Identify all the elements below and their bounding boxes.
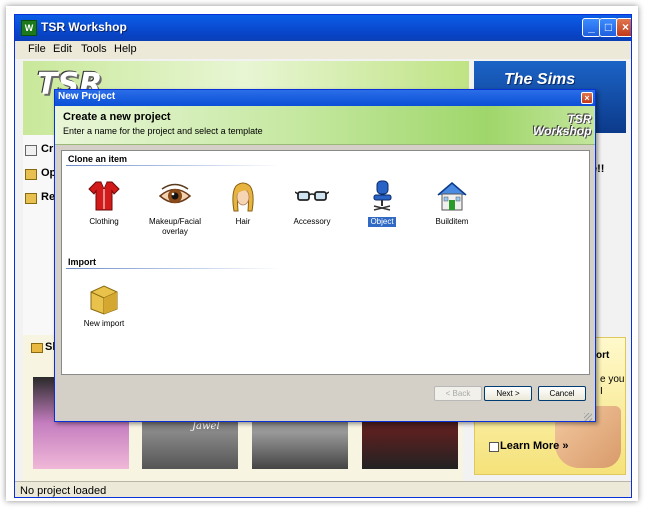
resize-grip[interactable] [584,413,592,421]
start-link-create[interactable]: Cr [41,143,53,155]
window-title: TSR Workshop [41,20,127,34]
showcase-icon [31,343,43,353]
template-builditem[interactable]: Builditem [420,179,484,227]
main-titlebar[interactable]: W TSR Workshop _ □ × [15,15,631,41]
template-label: Clothing [89,217,119,226]
template-label: Accessory [293,217,331,226]
box-icon [87,281,121,315]
app-icon: W [21,20,37,36]
template-label: Hair [235,217,251,226]
back-button[interactable]: < Back [434,386,482,401]
next-button[interactable]: Next > [484,386,532,401]
learn-panel-heading: ort [596,350,610,361]
template-label: Makeup/Facial overlay [148,217,202,236]
shirt-icon [87,179,121,213]
dialog-heading: Create a new project [63,111,171,123]
chair-icon [365,179,399,213]
template-new-import[interactable]: New import [72,281,136,329]
learn-panel-text: e you [600,374,625,385]
new-project-dialog: New Project × Create a new project Enter… [54,89,596,422]
sims-logo: The Sims [504,71,576,88]
close-button[interactable]: × [616,18,631,37]
template-accessory[interactable]: Accessory [280,179,344,227]
new-icon [25,145,37,156]
template-label-selected: Object [368,217,396,227]
group-header-clone: Clone an item [68,154,128,164]
template-label: Builditem [435,217,469,226]
template-label: New import [83,319,125,328]
template-clothing[interactable]: Clothing [72,179,136,227]
menu-bar: File Edit Tools Help [15,41,631,60]
template-list: Clone an item Clothing Makeup/Facial ove… [61,150,590,375]
status-text: No project loaded [20,485,107,497]
dialog-logo: TSR Workshop [533,113,591,137]
dialog-subheading: Enter a name for the project and select … [63,126,263,136]
learn-more-link[interactable]: Learn More » [500,440,568,452]
template-makeup[interactable]: Makeup/Facial overlay [143,179,207,237]
status-bar: No project loaded [15,481,631,497]
learn-more-icon [489,442,499,452]
group-divider [66,165,282,166]
menu-file[interactable]: File [28,43,46,55]
menu-tools[interactable]: Tools [81,43,107,55]
eye-icon [158,179,192,213]
recent-icon [25,193,37,204]
group-divider [66,268,282,269]
dialog-logo-line2: Workshop [533,124,592,138]
menu-edit[interactable]: Edit [53,43,72,55]
house-icon [435,179,469,213]
cancel-button[interactable]: Cancel [538,386,586,401]
dialog-close-button[interactable]: × [581,92,593,104]
folder-icon [25,169,37,180]
dialog-title: New Project [58,91,116,102]
hair-icon [226,179,260,213]
glasses-icon [294,179,330,213]
dialog-header: Create a new project Enter a name for th… [55,106,595,145]
template-hair[interactable]: Hair [211,179,275,227]
group-header-import: Import [68,257,96,267]
learn-panel-text2: I [600,386,603,397]
template-object[interactable]: Object [350,179,414,227]
thumb-caption: Jawel [192,421,220,432]
menu-help[interactable]: Help [114,43,137,55]
dialog-titlebar[interactable]: New Project × [55,90,595,106]
